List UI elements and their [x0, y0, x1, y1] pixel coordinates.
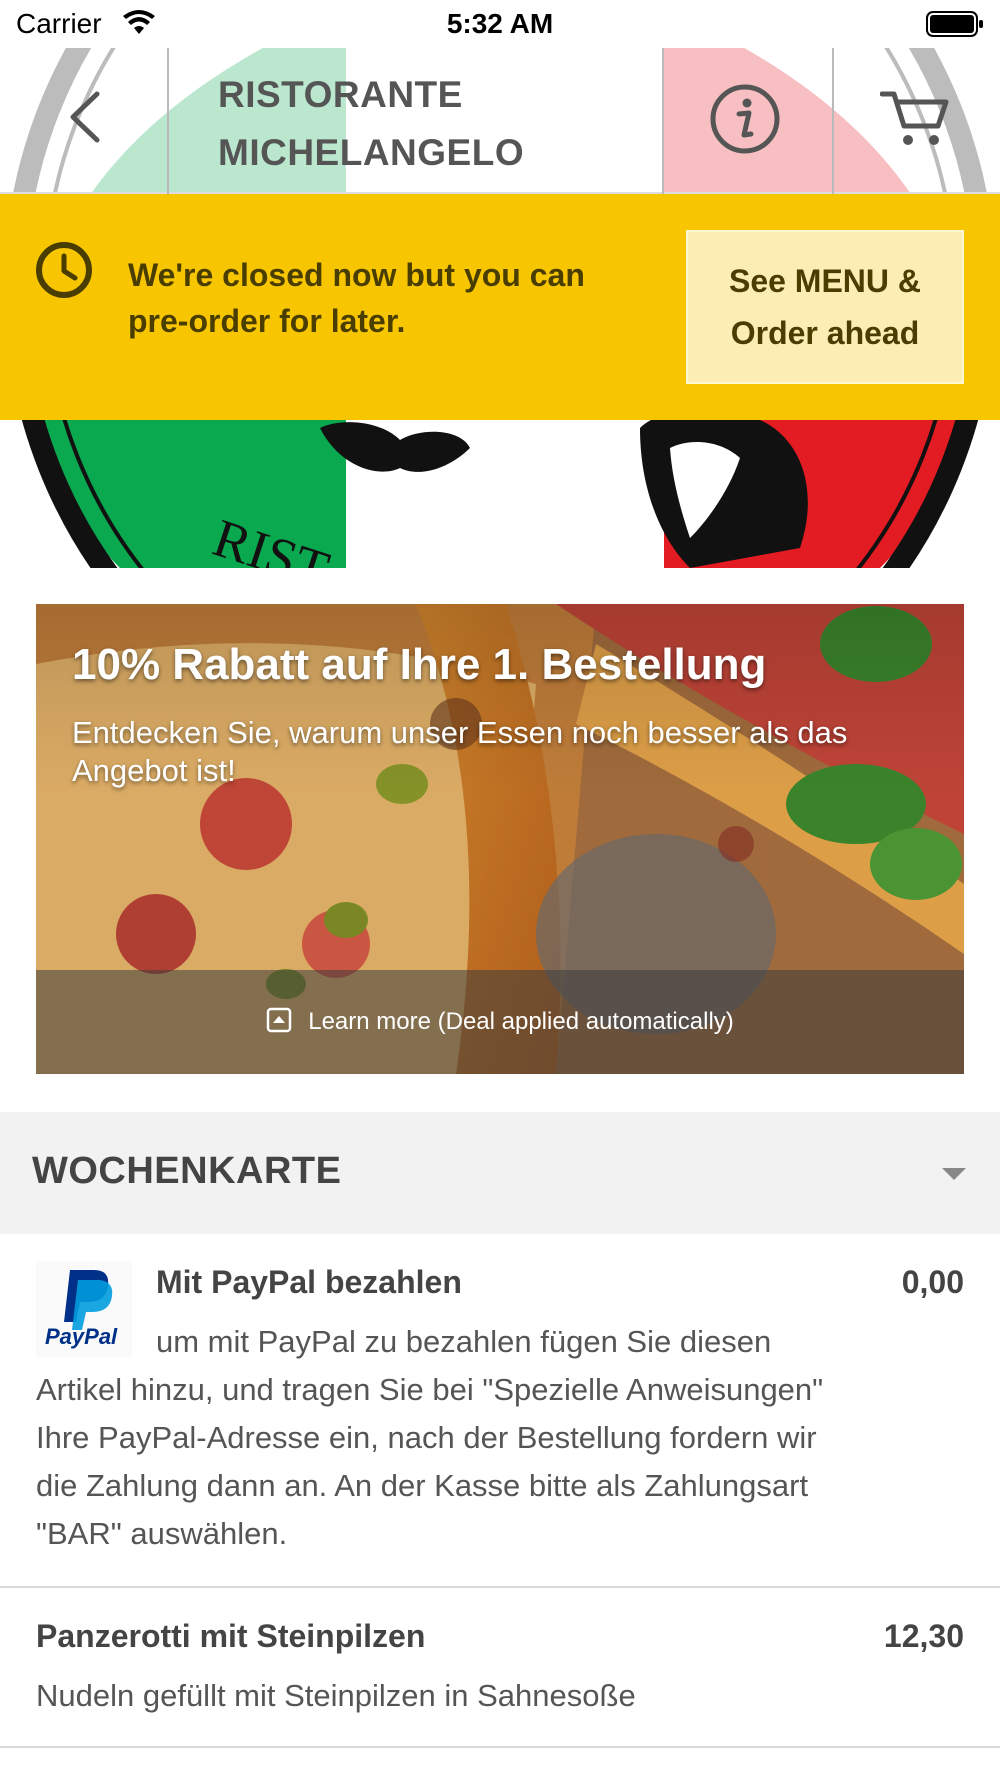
menu-item[interactable]: PayPal Mit PayPal bezahlen 0,00 um mit P…	[0, 1234, 1000, 1588]
status-bar: Carrier 5:32 AM	[0, 0, 1000, 48]
header-divider	[167, 48, 169, 194]
closed-message: We're closed now but you can pre-order f…	[128, 257, 585, 339]
caret-down-icon	[940, 1166, 968, 1187]
clock-time: 5:32 AM	[446, 8, 554, 39]
chevron-left-icon	[65, 90, 105, 149]
learn-more-label: Learn more (Deal applied automatically)	[308, 1008, 734, 1035]
restaurant-name-line1: RISTORANTE	[218, 74, 463, 115]
battery-icon	[926, 10, 984, 43]
item-name: Mit PayPal bezahlen	[156, 1264, 462, 1300]
info-button[interactable]	[705, 81, 785, 161]
item-name: Panzerotti mit Steinpilzen	[36, 1618, 426, 1654]
promo-learn-more[interactable]: Learn more (Deal applied automatically)	[36, 970, 964, 1074]
header-divider	[832, 48, 834, 194]
item-description: Nudeln gefüllt mit Steinpilzen in Sahnes…	[36, 1678, 636, 1713]
closed-notice-banner: We're closed now but you can pre-order f…	[0, 194, 1000, 420]
restaurant-name: RISTORANTE MICHELANGELO	[218, 66, 524, 182]
back-button[interactable]	[50, 84, 120, 154]
item-price: 12,30	[883, 1618, 964, 1654]
see-menu-order-ahead-button[interactable]: See MENU & Order ahead	[686, 230, 964, 384]
restaurant-name-line2: MICHELANGELO	[218, 132, 525, 173]
expand-up-icon	[266, 1007, 292, 1038]
header-divider	[662, 48, 664, 194]
cart-button[interactable]	[872, 86, 958, 156]
menu-item[interactable]: Panzerotti mit Steinpilzen 12,30 Nudeln …	[0, 1588, 1000, 1748]
item-description: um mit PayPal zu bezahlen fügen Sie dies…	[36, 1324, 824, 1551]
promo-deal-card[interactable]: 10% Rabatt auf Ihre 1. Bestellung Entdec…	[36, 604, 964, 1074]
menu-section-header[interactable]: WOCHENKARTE	[0, 1112, 1000, 1234]
promo-subtitle: Entdecken Sie, warum unser Essen noch be…	[72, 715, 848, 788]
item-price: 0,00	[901, 1264, 964, 1300]
restaurant-header: RISTORANTE MICHELANGELO	[0, 48, 1000, 194]
info-icon	[709, 83, 781, 160]
promo-title: 10% Rabatt auf Ihre 1. Bestellung	[72, 640, 767, 689]
cart-icon	[879, 88, 950, 155]
clock-icon	[34, 240, 94, 305]
section-title: WOCHENKARTE	[32, 1150, 342, 1192]
